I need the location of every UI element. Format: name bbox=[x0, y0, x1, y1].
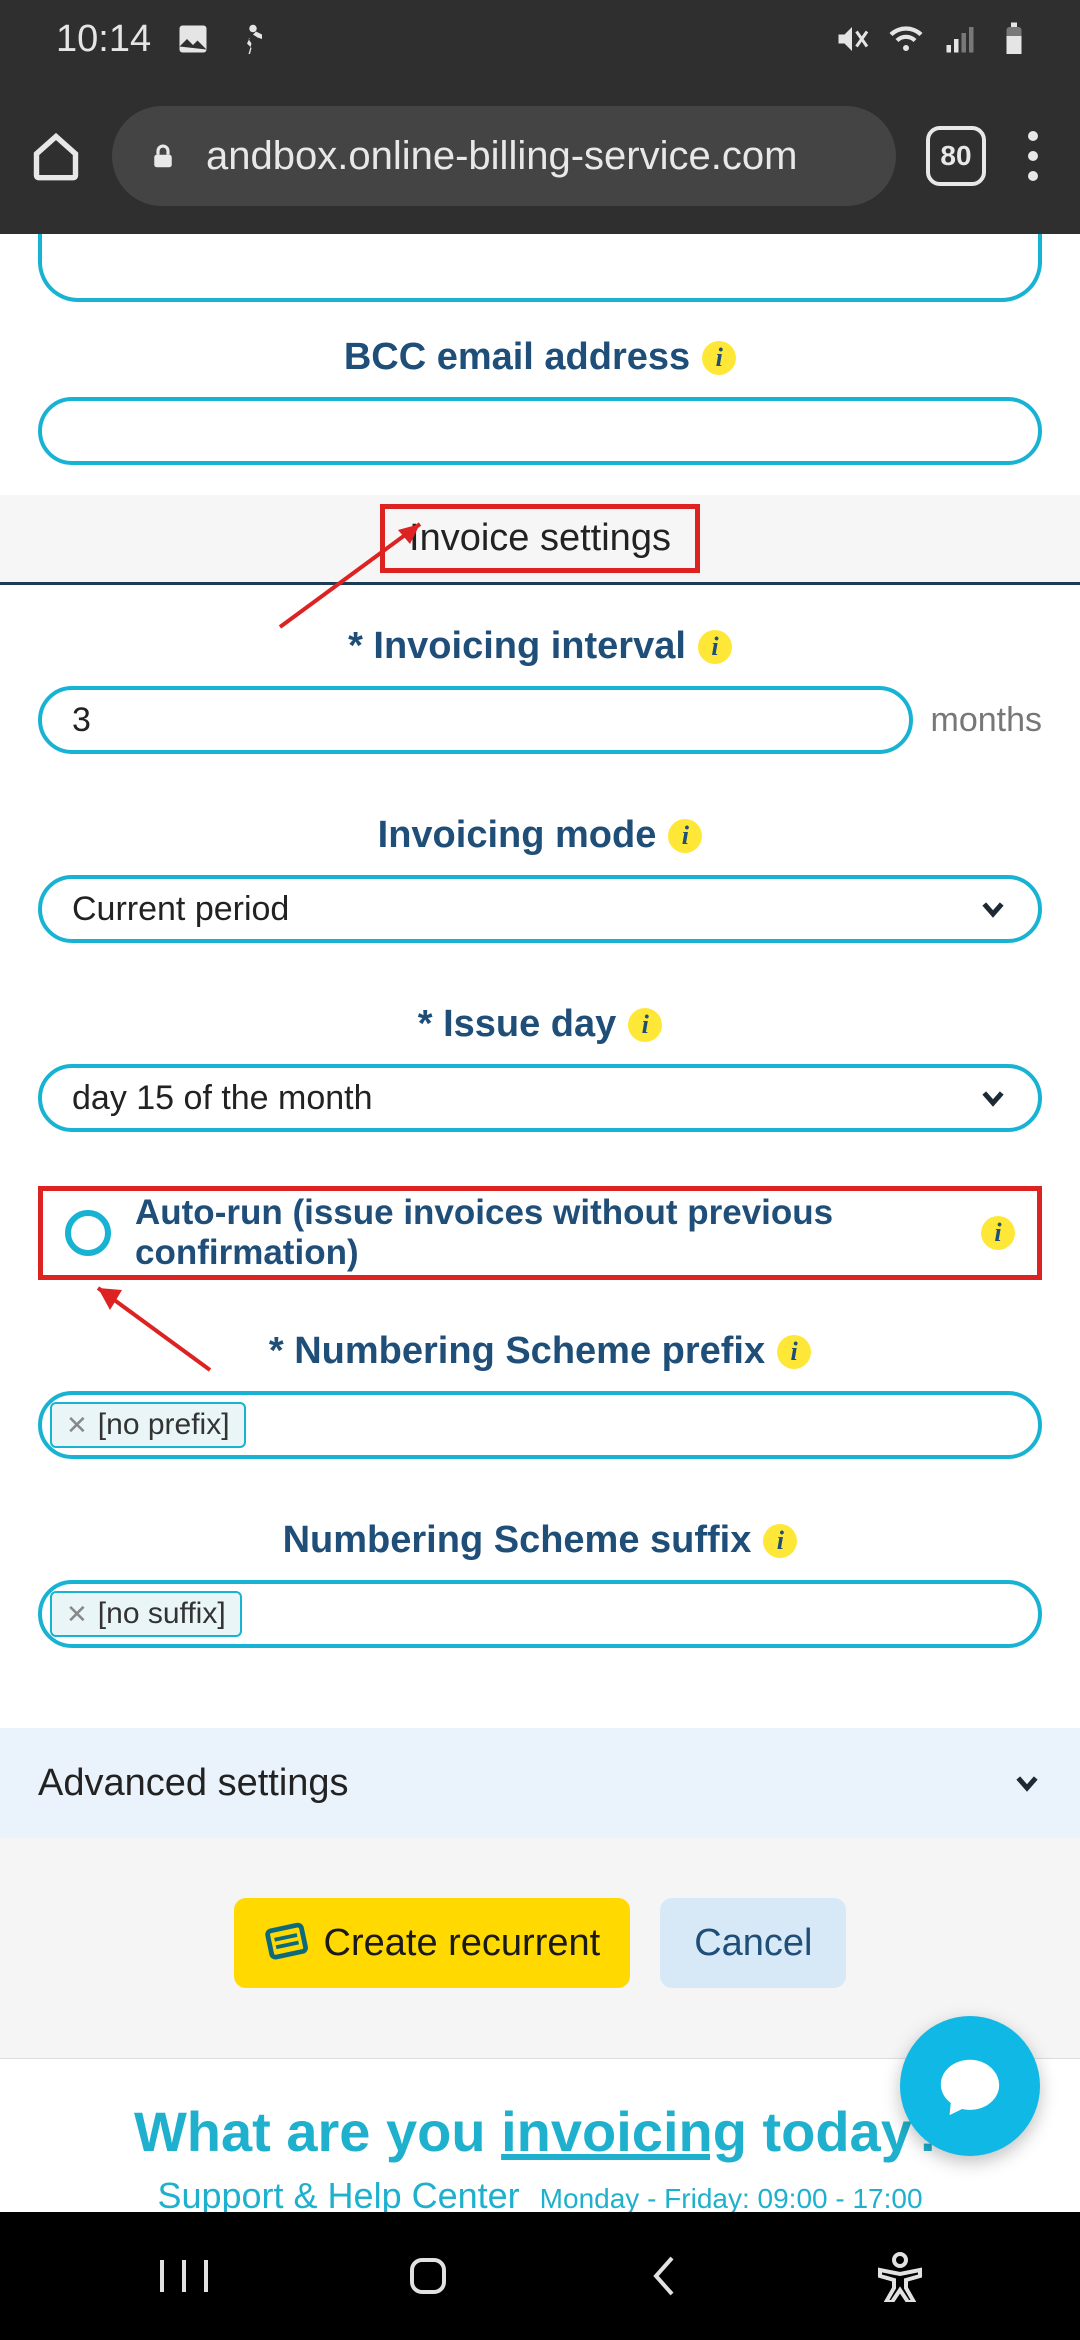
prefix-tag[interactable]: ✕ [no prefix] bbox=[50, 1402, 246, 1448]
bcc-input[interactable] bbox=[38, 397, 1042, 465]
url-text: andbox.online-billing-service.com bbox=[206, 134, 797, 179]
suffix-label: Numbering Scheme suffix bbox=[283, 1519, 752, 1562]
invoice-settings-title: Invoice settings bbox=[380, 504, 700, 573]
advanced-settings-label: Advanced settings bbox=[38, 1762, 349, 1805]
mode-label: Invoicing mode bbox=[378, 814, 657, 857]
prefix-input[interactable]: ✕ [no prefix] bbox=[38, 1391, 1042, 1459]
back-button[interactable] bbox=[642, 2250, 686, 2302]
lock-icon bbox=[148, 139, 178, 173]
home-button[interactable] bbox=[402, 2250, 454, 2302]
chat-fab[interactable] bbox=[900, 2016, 1040, 2156]
recents-button[interactable] bbox=[154, 2254, 214, 2298]
invoice-settings-header: Invoice settings bbox=[0, 495, 1080, 585]
info-icon[interactable]: i bbox=[777, 1335, 811, 1369]
info-icon[interactable]: i bbox=[702, 341, 736, 375]
interval-input[interactable]: 3 bbox=[38, 686, 913, 754]
walking-icon bbox=[235, 21, 271, 57]
accessibility-button[interactable] bbox=[874, 2250, 926, 2302]
chevron-down-icon bbox=[978, 894, 1008, 924]
suffix-input[interactable]: ✕ [no suffix] bbox=[38, 1580, 1042, 1648]
remove-tag-icon[interactable]: ✕ bbox=[66, 1599, 88, 1630]
interval-unit: months bbox=[931, 701, 1043, 740]
create-recurrent-button[interactable]: Create recurrent bbox=[234, 1898, 631, 1988]
mute-icon bbox=[834, 21, 870, 57]
browser-menu-icon[interactable] bbox=[1016, 131, 1050, 181]
autorun-radio[interactable] bbox=[65, 1210, 111, 1256]
truncated-field-above bbox=[0, 234, 1080, 306]
chevron-down-icon bbox=[978, 1083, 1008, 1113]
autorun-option[interactable]: Auto-run (issue invoices without previou… bbox=[38, 1186, 1042, 1280]
cancel-button[interactable]: Cancel bbox=[660, 1898, 846, 1988]
suffix-tag[interactable]: ✕ [no suffix] bbox=[50, 1591, 242, 1637]
info-icon[interactable]: i bbox=[698, 630, 732, 664]
issue-day-select[interactable]: day 15 of the month bbox=[38, 1064, 1042, 1132]
android-nav-bar bbox=[0, 2212, 1080, 2340]
prefix-label: * Numbering Scheme prefix bbox=[269, 1330, 765, 1373]
autorun-label: Auto-run (issue invoices without previou… bbox=[135, 1193, 957, 1273]
image-icon bbox=[175, 21, 211, 57]
action-bar: Create recurrent Cancel bbox=[0, 1838, 1080, 2059]
bcc-label: BCC email address bbox=[344, 336, 690, 379]
chevron-down-icon bbox=[1012, 1768, 1042, 1798]
footer-support-link[interactable]: Support & Help Center bbox=[157, 2175, 519, 2216]
android-status-bar: 10:14 bbox=[0, 0, 1080, 78]
battery-icon bbox=[996, 21, 1032, 57]
mode-select[interactable]: Current period bbox=[38, 875, 1042, 943]
advanced-settings-toggle[interactable]: Advanced settings bbox=[0, 1728, 1080, 1838]
issue-day-label: * Issue day bbox=[418, 1003, 617, 1046]
info-icon[interactable]: i bbox=[763, 1524, 797, 1558]
info-icon[interactable]: i bbox=[981, 1216, 1015, 1250]
address-bar[interactable]: andbox.online-billing-service.com bbox=[112, 106, 896, 206]
info-icon[interactable]: i bbox=[668, 819, 702, 853]
info-icon[interactable]: i bbox=[628, 1008, 662, 1042]
tab-switcher[interactable]: 80 bbox=[926, 126, 986, 186]
signal-icon bbox=[942, 21, 978, 57]
status-clock: 10:14 bbox=[56, 18, 151, 61]
home-icon[interactable] bbox=[30, 130, 82, 182]
interval-label: * Invoicing interval bbox=[348, 625, 686, 668]
remove-tag-icon[interactable]: ✕ bbox=[66, 1410, 88, 1441]
browser-toolbar: andbox.online-billing-service.com 80 bbox=[0, 78, 1080, 234]
wifi-icon bbox=[888, 21, 924, 57]
chat-icon bbox=[935, 2051, 1005, 2121]
footer-hours: Monday - Friday: 09:00 - 17:00 bbox=[540, 2183, 923, 2214]
invoice-icon bbox=[259, 1916, 314, 1971]
